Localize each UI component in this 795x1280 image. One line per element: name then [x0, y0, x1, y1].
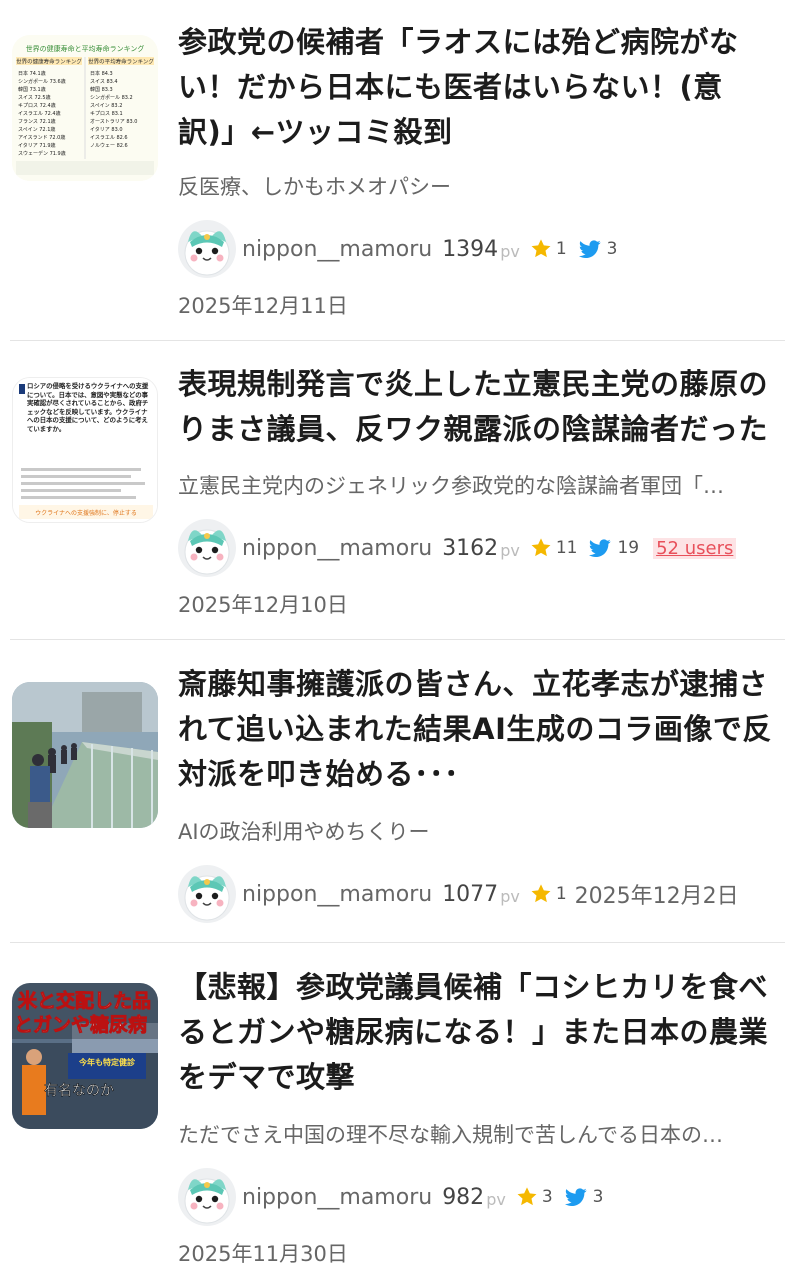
article-meta: nippon__mamoru 1077 pv 1 2025年12月2日 [178, 865, 739, 923]
author-name[interactable]: nippon__mamoru [242, 237, 432, 262]
thumb-right-row: スペイン 83.2 [90, 103, 122, 109]
thumb-heading: 世界の健康寿命と平均寿命ランキング [26, 44, 145, 53]
article-meta: nippon__mamoru 1394 pv 1 3 [178, 220, 629, 278]
thumb-left-row: スペイン 72.1歳 [18, 126, 55, 133]
article-title[interactable]: 斎藤知事擁護派の皆さん、立花孝志が逮捕されて追い込まれた結果AI生成のコラ画像で… [178, 662, 778, 797]
twitter-bird-icon [589, 539, 611, 558]
article-title[interactable]: 表現規制発言で炎上した立憲民主党の藤原のりまさ議員、反ワク親露派の陰謀論者だった [178, 362, 778, 452]
thumb-right-row: イタリア 83.0 [90, 126, 123, 133]
thumb-left-row: イタリア 71.9歳 [18, 142, 56, 149]
thumb-left-row: シンガポール 73.6歳 [18, 78, 66, 85]
avatar[interactable] [178, 220, 236, 278]
thumb-left-row: 日本 74.1歳 [18, 70, 46, 77]
article-card[interactable]: ロシアの侵略を受けるウクライナへの支援について。日本では、意図や実態などの事実確… [0, 341, 795, 639]
page-view-unit: pv [500, 886, 520, 906]
thumb-right-row: 韓国 83.3 [90, 86, 113, 93]
thumb-caption-line2: とガンや糖尿病 [14, 1013, 147, 1036]
avatar-image [178, 1168, 236, 1226]
thumb-right-row: ノルウェー 82.6 [90, 142, 128, 149]
tweet-count: 3 [606, 239, 618, 259]
article-date: 2025年12月11日 [178, 294, 348, 318]
article-title[interactable]: 【悲報】参政党議員候補「コシヒカリを食べるとガンや糖尿病になる！」また日本の農業… [178, 965, 778, 1100]
thumb-left-row: キプロス 72.4歳 [18, 102, 56, 109]
article-meta: nippon__mamoru 3162 pv 11 19 52 users [178, 519, 737, 577]
article-meta: nippon__mamoru 982 pv 3 3 [178, 1168, 615, 1226]
page-view-unit: pv [486, 1189, 506, 1209]
thumb-right-row: イスラエル 82.6 [90, 135, 128, 141]
page-view-count: 982 [442, 1184, 485, 1210]
ranking-table-thumbnail[interactable]: 世界の健康寿命と平均寿命ランキング 世界の健康寿命ランキング 世界の平均寿命ラン… [12, 35, 158, 181]
thumb-left-row: 韓国 73.1歳 [18, 86, 46, 93]
star-icon [530, 238, 552, 260]
article-card[interactable]: 米と交配した品 とガンや糖尿病 今年も特定健診 有名なのか 【悲報】参政党議員候… [0, 943, 795, 1280]
video-thumbnail[interactable]: 米と交配した品 とガンや糖尿病 今年も特定健診 有名なのか [12, 983, 158, 1129]
star-count: 11 [555, 538, 578, 558]
article-date: 2025年12月2日 [574, 884, 739, 909]
star-icon [530, 537, 552, 559]
twitter-bird-icon [565, 1188, 587, 1207]
author-name[interactable]: nippon__mamoru [242, 1185, 432, 1210]
avatar-image [178, 865, 236, 923]
author-name[interactable]: nippon__mamoru [242, 882, 432, 907]
thumb-right-title: 世界の平均寿命ランキング [88, 58, 154, 66]
thumb-document-text: ロシアの侵略を受けるウクライナへの支援について。日本では、意図や実態などの事実確… [27, 382, 149, 433]
thumb-left-title: 世界の健康寿命ランキング [16, 58, 82, 66]
avatar[interactable] [178, 865, 236, 923]
thumb-caption-line1: 米と交配した品 [18, 989, 151, 1012]
document-screenshot-image: ロシアの侵略を受けるウクライナへの支援について。日本では、意図や実態などの事実確… [13, 378, 157, 522]
thumb-caption: 有名なのか [44, 1083, 114, 1099]
star-count: 3 [541, 1187, 553, 1207]
article-date: 2025年11月30日 [178, 1242, 348, 1266]
thumb-left-row: スイス 72.5歳 [18, 94, 51, 101]
article-summary: 立憲民主党内のジェネリック参政党的な陰謀論者軍団「… [178, 474, 724, 498]
page-view-count: 1394 [442, 236, 499, 262]
page-view-unit: pv [500, 540, 520, 560]
tweet-count: 3 [592, 1187, 604, 1207]
star-count: 1 [555, 239, 567, 259]
article-title[interactable]: 参政党の候補者「ラオスには殆ど病院がない！だから日本にも医者はいらない！(意訳)… [178, 20, 778, 155]
article-card[interactable]: 斎藤知事擁護派の皆さん、立花孝志が逮捕されて追い込まれた結果AI生成のコラ画像で… [0, 640, 795, 942]
avatar[interactable] [178, 1168, 236, 1226]
thumb-left-row: アイスランド 72.0歳 [18, 134, 65, 141]
star-count: 1 [555, 884, 567, 904]
star-icon [530, 883, 552, 905]
page-view-count: 3162 [442, 535, 499, 561]
thumb-right-row: スイス 83.4 [90, 79, 118, 85]
avatar-image [178, 519, 236, 577]
ranking-table-image: 世界の健康寿命と平均寿命ランキング 世界の健康寿命ランキング 世界の平均寿命ラン… [12, 35, 158, 181]
speech-video-still: 米と交配した品 とガンや糖尿病 今年も特定健診 有名なのか [12, 983, 158, 1129]
thumb-right-row: オーストラリア 83.0 [90, 119, 137, 125]
article-date: 2025年12月10日 [178, 593, 348, 617]
page-view-count: 1077 [442, 881, 499, 907]
avatar-image [178, 220, 236, 278]
thumb-document-footer: ウクライナへの支援強制に、停止する [35, 509, 137, 517]
avatar[interactable] [178, 519, 236, 577]
thumb-right-row: シンガポール 83.2 [90, 94, 133, 101]
page-view-unit: pv [500, 241, 520, 261]
thumb-left-row: イスラエル 72.4歳 [18, 110, 61, 117]
thumb-left-row: スウェーデン 71.9歳 [18, 150, 66, 157]
photo-thumbnail[interactable] [12, 682, 158, 828]
bookmark-users-link[interactable]: 52 users [653, 537, 737, 559]
article-summary: AIの政治利用やめちくりー [178, 820, 430, 844]
thumb-right-row: 日本 84.3 [90, 70, 113, 77]
thumb-banner: 今年も特定健診 [78, 1057, 136, 1067]
article-summary: 反医療、しかもホメオパシー [178, 175, 451, 199]
thumb-left-row: フランス 72.1歳 [18, 118, 56, 125]
twitter-bird-icon [579, 240, 601, 259]
document-thumbnail[interactable]: ロシアの侵略を受けるウクライナへの支援について。日本では、意図や実態などの事実確… [12, 377, 158, 523]
thumb-right-row: キプロス 83.1 [90, 111, 123, 117]
tweet-count: 19 [617, 538, 640, 558]
star-icon [516, 1186, 538, 1208]
author-name[interactable]: nippon__mamoru [242, 536, 432, 561]
crowd-on-bridge-photo [12, 682, 158, 828]
article-card[interactable]: 世界の健康寿命と平均寿命ランキング 世界の健康寿命ランキング 世界の平均寿命ラン… [0, 0, 795, 340]
article-summary: ただでさえ中国の理不尽な輸入規制で苦しんでる日本の… [178, 1123, 723, 1147]
